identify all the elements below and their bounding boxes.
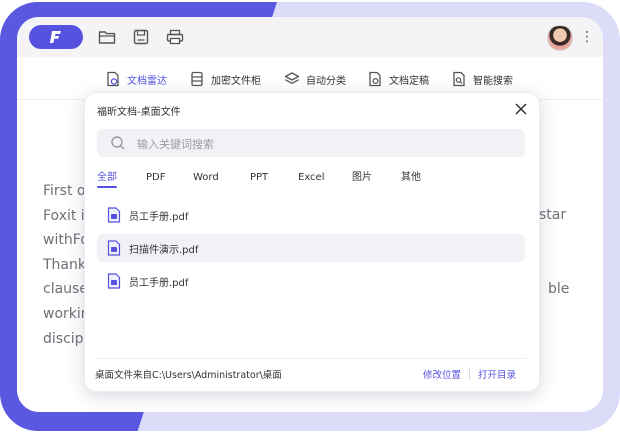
pdf-file-icon	[107, 273, 121, 289]
desktop-files-popup: 福昕文档-桌面文件 全部 PDF Word PPT Excel 图片 其他 员工…	[84, 92, 540, 392]
toolbar-item-label: 文档定稿	[389, 75, 429, 87]
search-box[interactable]	[97, 129, 525, 159]
toolbar-item-auto-classify[interactable]: 自动分类	[284, 69, 346, 89]
foxit-logo-button[interactable]	[29, 25, 83, 49]
save-icon[interactable]	[131, 27, 151, 47]
pdf-file-icon	[107, 240, 121, 256]
layers-icon	[284, 71, 300, 87]
toolbar-item-label: 自动分类	[306, 75, 346, 87]
finalize-doc-icon	[367, 71, 383, 87]
print-icon[interactable]	[165, 27, 185, 47]
radar-doc-icon	[105, 71, 121, 87]
foxit-f-logo-icon	[50, 31, 61, 43]
divider	[95, 358, 527, 359]
tab-pdf[interactable]: PDF	[146, 171, 165, 191]
toolbar-item-label: 加密文件柜	[211, 75, 261, 87]
pdf-file-icon	[107, 207, 121, 223]
document-fragment: ble	[548, 281, 570, 297]
document-fragment: star	[539, 207, 567, 223]
smart-search-icon	[451, 71, 467, 87]
file-type-tabs: 全部 PDF Word PPT Excel 图片 其他	[97, 171, 525, 193]
popup-title: 福昕文档-桌面文件	[97, 107, 181, 118]
file-name: 员工手册.pdf	[129, 277, 189, 289]
toolbar-item-smart-search[interactable]: 智能搜索	[451, 69, 513, 89]
tab-all[interactable]: 全部	[97, 171, 117, 191]
open-folder-link[interactable]: 打开目录	[478, 367, 516, 381]
divider	[469, 369, 470, 379]
toolbar-item-label: 文档雷达	[127, 75, 167, 87]
cabinet-icon	[189, 71, 205, 87]
toolbar-item-doc-finalize[interactable]: 文档定稿	[367, 69, 429, 89]
file-list-item[interactable]: 员工手册.pdf	[97, 267, 525, 295]
change-location-link[interactable]: 修改位置	[423, 367, 461, 381]
search-icon	[111, 136, 125, 150]
close-icon[interactable]	[513, 101, 529, 117]
toolbar-item-label: 智能搜索	[473, 75, 513, 87]
tab-excel[interactable]: Excel	[298, 171, 325, 191]
title-bar: ⋮	[17, 17, 603, 57]
file-name: 扫描件演示.pdf	[129, 244, 199, 256]
file-list-item[interactable]: 扫描件演示.pdf	[97, 234, 525, 262]
tab-ppt[interactable]: PPT	[250, 171, 268, 191]
open-folder-icon[interactable]	[97, 27, 117, 47]
tab-images[interactable]: 图片	[352, 171, 372, 191]
more-options-icon[interactable]: ⋮	[580, 27, 594, 47]
toolbar-item-encrypted-cabinet[interactable]: 加密文件柜	[189, 69, 261, 89]
user-avatar[interactable]	[547, 25, 573, 51]
search-input[interactable]	[135, 129, 519, 159]
toolbar-item-doc-radar[interactable]: 文档雷达	[105, 69, 167, 89]
tab-other[interactable]: 其他	[401, 171, 421, 191]
file-name: 员工手册.pdf	[129, 211, 189, 223]
tab-word[interactable]: Word	[193, 171, 219, 191]
source-path-text: 桌面文件来自C:\Users\Administrator\桌面	[95, 370, 282, 381]
file-list-item[interactable]: 员工手册.pdf	[97, 201, 525, 229]
